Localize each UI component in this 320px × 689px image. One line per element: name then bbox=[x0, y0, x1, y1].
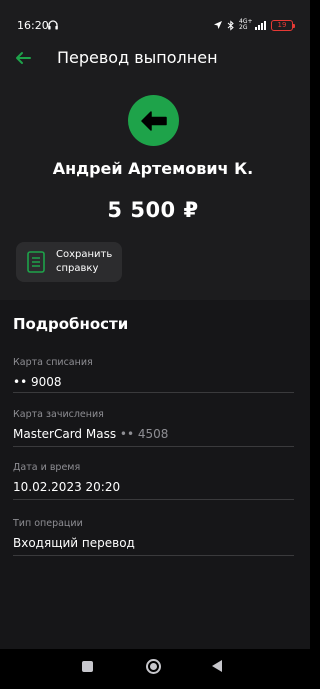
circle-icon[interactable] bbox=[146, 659, 161, 674]
credit-card-field: Карта зачисления MasterCard Mass •• 4508 bbox=[13, 408, 294, 447]
field-label: Карта зачисления bbox=[13, 409, 104, 420]
field-label: Карта списания bbox=[13, 357, 93, 368]
field-value: 10.02.2023 20:20 bbox=[13, 480, 121, 494]
transfer-summary-panel: 16:20 4G+ 2G 19 Перевод выполнен Андрей … bbox=[0, 0, 310, 300]
field-value: •• 9008 bbox=[13, 375, 62, 389]
status-time: 16:20 bbox=[17, 19, 49, 32]
battery-level: 19 bbox=[277, 20, 287, 29]
triangle-back-icon[interactable] bbox=[212, 660, 222, 672]
field-label: Тип операции bbox=[13, 518, 83, 529]
field-value: MasterCard Mass bbox=[13, 427, 117, 441]
page-title: Перевод выполнен bbox=[57, 48, 218, 67]
arrow-left-in-circle-icon bbox=[140, 110, 167, 131]
arrow-left-icon[interactable] bbox=[12, 47, 34, 69]
battery-icon: 19 bbox=[271, 19, 295, 31]
recipient-name: Андрей Артемович К. bbox=[52, 159, 254, 178]
system-nav-bar bbox=[0, 649, 310, 689]
signal-icon bbox=[255, 21, 266, 30]
status-icons: 4G+ 2G 19 bbox=[213, 18, 295, 32]
field-value-row: MasterCard Mass •• 4508 bbox=[13, 426, 294, 442]
document-icon bbox=[27, 251, 45, 273]
operation-type-field: Тип операции Входящий перевод bbox=[13, 517, 294, 556]
location-arrow-icon bbox=[214, 21, 222, 29]
field-value: Входящий перевод bbox=[13, 536, 135, 550]
transfer-amount: 5 500 ₽ bbox=[107, 198, 199, 222]
field-label: Дата и время bbox=[13, 462, 81, 473]
save-receipt-button[interactable]: Сохранить справку bbox=[16, 242, 122, 282]
details-panel: Подробности Карта списания •• 9008 Карта… bbox=[0, 300, 310, 649]
bluetooth-icon bbox=[227, 19, 234, 31]
square-icon[interactable] bbox=[82, 661, 93, 672]
save-receipt-label: Сохранить справку bbox=[56, 249, 113, 274]
incoming-transfer-icon bbox=[128, 95, 179, 146]
phone-screen: 16:20 4G+ 2G 19 Перевод выполнен Андрей … bbox=[0, 0, 310, 689]
app-header: Перевод выполнен bbox=[0, 40, 310, 76]
field-value-extra: •• 4508 bbox=[119, 427, 169, 441]
datetime-field: Дата и время 10.02.2023 20:20 bbox=[13, 461, 294, 500]
headphones-icon bbox=[48, 20, 58, 30]
details-title: Подробности bbox=[13, 315, 129, 333]
network-type: 4G+ 2G bbox=[239, 18, 253, 31]
status-bar: 16:20 4G+ 2G 19 bbox=[0, 0, 310, 40]
debit-card-field: Карта списания •• 9008 bbox=[13, 356, 294, 393]
